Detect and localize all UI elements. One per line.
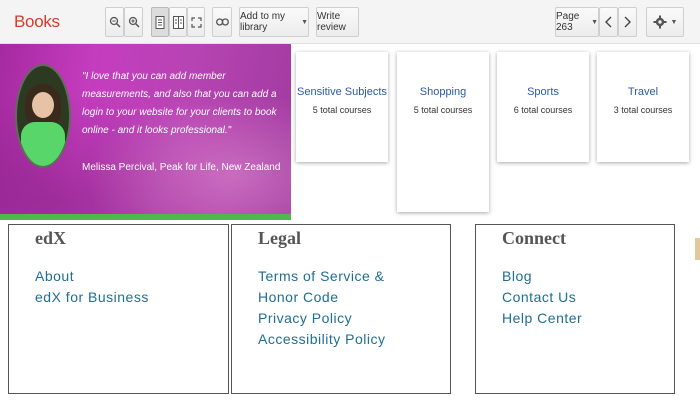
zoom-out-icon <box>109 16 121 28</box>
testimonial-avatar <box>15 64 71 168</box>
course-card-sensitive-subjects[interactable]: Sensitive Subjects 5 total courses <box>296 52 388 162</box>
settings-gear-icon <box>653 15 667 29</box>
books-toolbar: Books Add to my library ▼ Write review P… <box>0 0 700 44</box>
settings-button[interactable]: ▼ <box>646 7 684 37</box>
course-card-count: 6 total courses <box>513 105 573 115</box>
single-page-view-button[interactable] <box>151 7 169 37</box>
link-icon <box>215 18 229 26</box>
zoom-out-button[interactable] <box>105 7 124 37</box>
zoom-in-icon <box>128 16 140 28</box>
footer-link-edx-for-business[interactable]: edX for Business <box>35 287 149 308</box>
course-card-shopping[interactable]: Shopping 5 total courses <box>397 52 489 212</box>
course-card-title: Sports <box>527 86 559 98</box>
footer-link-about[interactable]: About <box>35 266 149 287</box>
course-card-title: Travel <box>627 86 659 98</box>
page-select[interactable]: Page 263 ▼ <box>555 7 599 37</box>
course-card-count: 5 total courses <box>312 105 372 115</box>
course-card-sports[interactable]: Sports 6 total courses <box>497 52 589 162</box>
chevron-down-icon: ▼ <box>591 18 598 26</box>
write-review-label: Write review <box>317 11 346 33</box>
testimonial-quote: "I love that you can add member measurem… <box>82 71 277 136</box>
footer-column-edx: edX About edX for Business <box>8 224 229 394</box>
footer-link-honor-code[interactable]: Honor Code <box>258 287 385 308</box>
footer-link-privacy-policy[interactable]: Privacy Policy <box>258 308 385 329</box>
course-card-count: 5 total courses <box>413 105 473 115</box>
chevron-down-icon: ▼ <box>670 18 678 26</box>
previous-page-button[interactable] <box>599 7 618 37</box>
footer-link-contact-us[interactable]: Contact Us <box>502 287 582 308</box>
banner-accent-strip <box>0 214 291 220</box>
course-card-count: 3 total courses <box>613 105 673 115</box>
footer-link-help-center[interactable]: Help Center <box>502 308 582 329</box>
footer-column-legal: Legal Terms of Service & Honor Code Priv… <box>231 224 451 394</box>
zoom-in-button[interactable] <box>124 7 143 37</box>
footer-heading-connect: Connect <box>502 228 566 248</box>
prev-page-icon <box>605 16 612 28</box>
footer-link-accessibility-policy[interactable]: Accessibility Policy <box>258 329 385 350</box>
next-page-button[interactable] <box>618 7 637 37</box>
books-brand[interactable]: Books <box>14 12 60 32</box>
course-card-title: Sensitive Subjects <box>297 86 387 98</box>
course-card-travel[interactable]: Travel 3 total courses <box>597 52 689 162</box>
footer-heading-edx: edX <box>35 228 66 248</box>
chevron-down-icon: ▼ <box>301 18 308 26</box>
two-page-icon <box>172 15 184 29</box>
fullscreen-button[interactable] <box>187 7 205 37</box>
add-to-library-button[interactable]: Add to my library ▼ <box>239 7 309 37</box>
fullscreen-icon <box>190 16 202 28</box>
testimonial-attribution: Melissa Percival, Peak for Life, New Zea… <box>82 162 281 173</box>
add-to-library-label: Add to my library <box>240 11 286 33</box>
write-review-button[interactable]: Write review <box>316 7 359 37</box>
footer-link-terms-of-service[interactable]: Terms of Service & <box>258 266 385 287</box>
edge-decoration <box>695 238 700 260</box>
link-button[interactable] <box>212 7 232 37</box>
next-page-icon <box>624 16 631 28</box>
course-card-title: Shopping <box>419 86 467 98</box>
footer-heading-legal: Legal <box>258 228 301 248</box>
page-indicator-label: Page 263 <box>556 11 580 33</box>
single-page-icon <box>155 15 165 29</box>
footer-link-blog[interactable]: Blog <box>502 266 582 287</box>
two-page-view-button[interactable] <box>169 7 187 37</box>
footer-column-connect: Connect Blog Contact Us Help Center <box>475 224 675 394</box>
testimonial-banner: "I love that you can add member measurem… <box>0 44 291 220</box>
